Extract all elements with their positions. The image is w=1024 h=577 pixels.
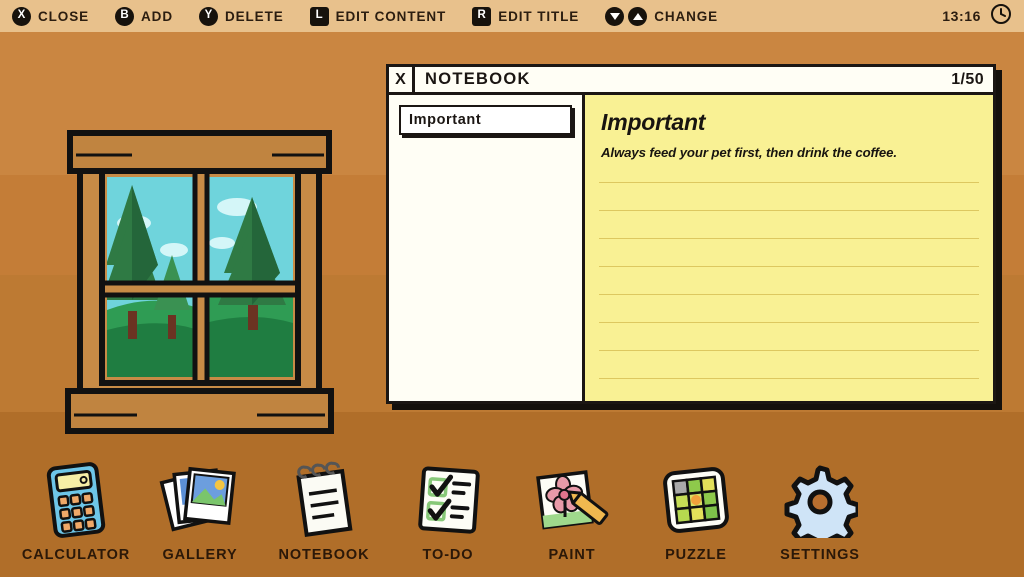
dpad-up-icon — [628, 6, 648, 26]
clock-time: 13:16 — [942, 8, 981, 24]
button-r-icon: R — [472, 6, 492, 26]
dock-item-settings[interactable]: SETTINGS — [758, 459, 882, 563]
dock-label-calculator: CALCULATOR — [21, 547, 131, 563]
notebook-note-list: Important — [389, 95, 585, 401]
notebook-page[interactable]: Important Always feed your pet first, th… — [585, 95, 993, 401]
button-l-icon: L — [309, 6, 329, 26]
hint-add[interactable]: B ADD — [115, 6, 173, 26]
paint-icon — [529, 459, 615, 541]
hint-add-label: ADD — [141, 8, 173, 24]
hint-edit-content-label: EDIT CONTENT — [335, 8, 447, 24]
notebook-title: NOTEBOOK — [425, 70, 531, 88]
dock-label-puzzle: PUZZLE — [665, 547, 727, 563]
dock-item-paint[interactable]: PAINT — [510, 459, 634, 563]
note-heading: Important — [601, 109, 706, 135]
hint-delete[interactable]: Y DELETE — [198, 6, 284, 26]
paper-rule-lines — [599, 155, 979, 401]
hint-close[interactable]: X CLOSE — [12, 6, 90, 26]
button-x-icon: X — [12, 6, 31, 26]
hint-edit-title-label: EDIT TITLE — [498, 8, 580, 24]
dpad-icons — [605, 6, 648, 26]
hint-edit-title[interactable]: R EDIT TITLE — [472, 6, 580, 26]
dock-label-todo: TO-DO — [422, 547, 474, 563]
notebook-titlebar: X NOTEBOOK 1/50 — [389, 67, 993, 95]
clock-area: 13:16 — [942, 3, 1012, 30]
close-icon[interactable]: X — [389, 67, 415, 92]
settings-gear-icon — [782, 459, 858, 541]
notebook-icon — [288, 459, 360, 541]
top-status-bar: X CLOSE B ADD Y DELETE L EDIT CONTENT R … — [0, 0, 1024, 32]
todo-icon — [408, 459, 488, 541]
window-illustration — [62, 125, 337, 440]
list-item-important[interactable]: Important — [399, 105, 572, 135]
dock-label-paint: PAINT — [548, 547, 596, 563]
gallery-icon — [157, 459, 243, 541]
hint-edit-content[interactable]: L EDIT CONTENT — [309, 6, 447, 26]
dock-label-gallery: GALLERY — [162, 547, 238, 563]
app-dock: CALCULATOR GALLERY NOTEBOOK TO-DO PAINT … — [0, 459, 1024, 563]
app-screen: X CLOSE B ADD Y DELETE L EDIT CONTENT R … — [0, 0, 1024, 577]
dock-item-gallery[interactable]: GALLERY — [138, 459, 262, 563]
notebook-body: Important Important Always feed your pet… — [389, 95, 993, 401]
dock-item-todo[interactable]: TO-DO — [386, 459, 510, 563]
dock-item-puzzle[interactable]: PUZZLE — [634, 459, 758, 563]
hint-change-label: CHANGE — [654, 8, 719, 24]
dock-item-notebook[interactable]: NOTEBOOK — [262, 459, 386, 563]
dpad-down-icon — [605, 6, 625, 26]
hint-close-label: CLOSE — [38, 8, 90, 24]
hint-delete-label: DELETE — [224, 8, 284, 24]
note-item-label: Important — [409, 112, 482, 128]
clock-icon — [990, 3, 1012, 30]
puzzle-icon — [656, 459, 736, 541]
page-counter: 1/50 — [951, 70, 984, 88]
dock-item-calculator[interactable]: CALCULATOR — [14, 459, 138, 563]
dock-label-notebook: NOTEBOOK — [278, 547, 370, 563]
button-y-icon: Y — [198, 6, 218, 26]
button-b-icon: B — [115, 6, 135, 26]
dock-label-settings: SETTINGS — [780, 547, 860, 563]
calculator-icon — [40, 459, 112, 541]
notebook-window: X NOTEBOOK 1/50 Important Important Alwa — [386, 64, 996, 404]
hint-change[interactable]: CHANGE — [605, 6, 719, 26]
